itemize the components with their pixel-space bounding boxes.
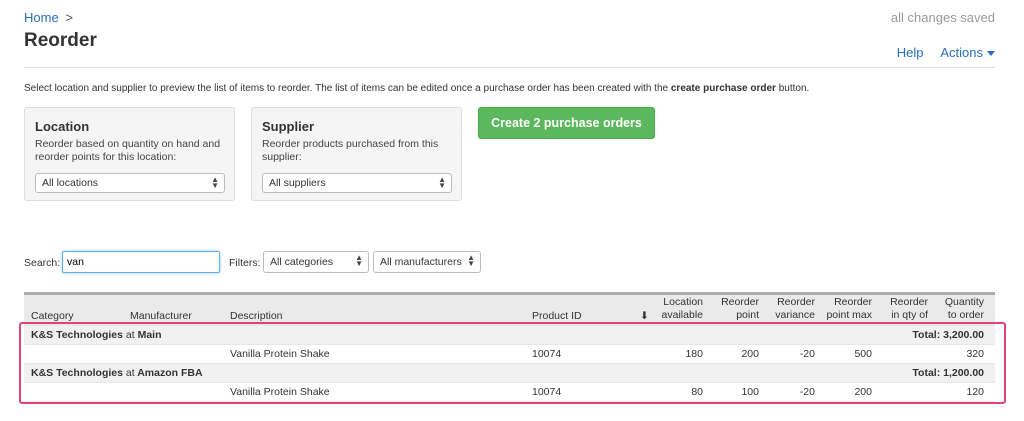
header-description[interactable]: Description <box>230 310 283 323</box>
header-reorder-point-line1: Reorder <box>721 296 759 308</box>
group-supplier: K&S Technologies <box>31 329 123 341</box>
cell-location-available: 180 <box>685 348 703 360</box>
supplier-panel-description: Reorder products purchased from this sup… <box>262 138 439 163</box>
header-reorder-point-max[interactable]: Reorder point max <box>820 296 872 322</box>
header-location-available-line1: Location <box>663 296 703 308</box>
save-status: all changes saved <box>890 10 995 25</box>
header-reorder-point-line2: point <box>736 309 759 321</box>
intro-text-bold: create purchase order <box>670 83 776 94</box>
group-at: at <box>125 329 135 341</box>
select-arrows-icon: ▲ ▼ <box>355 253 363 268</box>
actions-menu[interactable]: Actions <box>940 45 995 60</box>
group-location: Main <box>137 329 162 341</box>
header-reorder-qty-line2: in qty of <box>891 309 928 321</box>
category-filter-value: All categories <box>270 256 334 268</box>
intro-text: Select location and supplier to preview … <box>24 83 809 94</box>
top-links: Help Actions <box>897 45 995 60</box>
header-category[interactable]: Category <box>31 310 74 323</box>
header-reorder-qty[interactable]: Reorder in qty of <box>882 296 928 322</box>
cell-reorder-variance: -20 <box>799 348 815 360</box>
manufacturer-filter-value: All manufacturers <box>380 256 462 268</box>
filters-label: Filters: <box>229 257 261 269</box>
breadcrumb-home-link[interactable]: Home <box>24 10 59 25</box>
search-label: Search: <box>24 257 61 269</box>
location-panel-description: Reorder based on quantity on hand and re… <box>35 138 221 163</box>
cell-quantity-to-order: 320 <box>966 348 984 360</box>
actions-label: Actions <box>940 45 983 60</box>
location-select-value: All locations <box>42 177 99 189</box>
header-reorder-variance-line2: variance <box>775 309 815 321</box>
breadcrumb: Home > <box>24 10 73 25</box>
table-row[interactable]: Vanilla Protein Shake 10074 180 200 -20 … <box>24 345 995 364</box>
intro-text-after: button. <box>775 83 810 94</box>
header-reorder-point-max-line2: point max <box>826 309 872 321</box>
cell-reorder-variance: -20 <box>799 386 815 398</box>
caret-down-icon <box>987 51 995 57</box>
header-location-available[interactable]: Location available <box>652 296 703 322</box>
header-quantity-to-order-line2: to order <box>947 309 984 321</box>
category-filter-select[interactable]: All categories ▲ ▼ <box>263 251 369 273</box>
location-panel-title: Location <box>35 119 90 134</box>
table-row[interactable]: Vanilla Protein Shake 10074 80 100 -20 2… <box>24 383 995 402</box>
header-reorder-point-max-line1: Reorder <box>834 296 872 308</box>
table-header: Category Manufacturer Description Produc… <box>24 292 995 326</box>
location-select[interactable]: All locations ▲ ▼ <box>35 173 225 193</box>
group-total: Total: 3,200.00 <box>912 329 984 341</box>
cell-description: Vanilla Protein Shake <box>230 348 330 360</box>
help-link[interactable]: Help <box>897 45 924 60</box>
cell-reorder-point-max: 200 <box>854 386 872 398</box>
supplier-select[interactable]: All suppliers ▲ ▼ <box>262 173 452 193</box>
intro-text-before: Select location and supplier to preview … <box>24 83 671 94</box>
breadcrumb-separator: > <box>65 10 73 25</box>
header-reorder-variance[interactable]: Reorder variance <box>769 296 815 322</box>
select-arrows-icon: ▲ ▼ <box>438 175 446 190</box>
cell-quantity-to-order: 120 <box>966 386 984 398</box>
select-arrows-icon: ▲ ▼ <box>467 253 475 268</box>
group-title: K&S Technologies at Main <box>31 329 162 341</box>
cell-reorder-point: 100 <box>741 386 759 398</box>
group-row: K&S Technologies at Main Total: 3,200.00 <box>24 326 995 345</box>
header-location-available-line2: available <box>661 309 703 321</box>
header-reorder-variance-line1: Reorder <box>777 296 815 308</box>
header-reorder-qty-line1: Reorder <box>890 296 928 308</box>
supplier-select-value: All suppliers <box>269 177 326 189</box>
search-input[interactable] <box>62 251 220 273</box>
group-location: Amazon FBA <box>137 367 203 379</box>
group-total: Total: 1,200.00 <box>912 367 984 379</box>
cell-location-available: 80 <box>691 386 703 398</box>
header-divider <box>24 67 995 68</box>
cell-product-id: 10074 <box>532 348 562 360</box>
group-title: K&S Technologies at Amazon FBA <box>31 367 203 379</box>
sort-down-arrow-icon[interactable]: ⬇ <box>640 310 649 323</box>
reorder-table: Category Manufacturer Description Produc… <box>24 292 995 402</box>
location-panel: Location Reorder based on quantity on ha… <box>24 107 235 201</box>
cell-reorder-point: 200 <box>741 348 759 360</box>
supplier-panel: Supplier Reorder products purchased from… <box>251 107 462 201</box>
header-product-id[interactable]: Product ID <box>532 310 582 323</box>
header-quantity-to-order-line1: Quantity <box>944 296 984 308</box>
create-purchase-orders-button[interactable]: Create 2 purchase orders <box>478 107 655 139</box>
group-at: at <box>125 367 135 379</box>
group-row: K&S Technologies at Amazon FBA Total: 1,… <box>24 364 995 383</box>
cell-description: Vanilla Protein Shake <box>230 386 330 398</box>
header-reorder-point[interactable]: Reorder point <box>714 296 759 322</box>
supplier-panel-title: Supplier <box>262 119 315 134</box>
page-title: Reorder <box>24 30 97 51</box>
group-supplier: K&S Technologies <box>31 367 123 379</box>
header-quantity-to-order[interactable]: Quantity to order <box>936 296 984 322</box>
cell-product-id: 10074 <box>532 386 562 398</box>
select-arrows-icon: ▲ ▼ <box>211 175 219 190</box>
manufacturer-filter-select[interactable]: All manufacturers ▲ ▼ <box>373 251 481 273</box>
header-manufacturer[interactable]: Manufacturer <box>130 310 192 323</box>
cell-reorder-point-max: 500 <box>854 348 872 360</box>
